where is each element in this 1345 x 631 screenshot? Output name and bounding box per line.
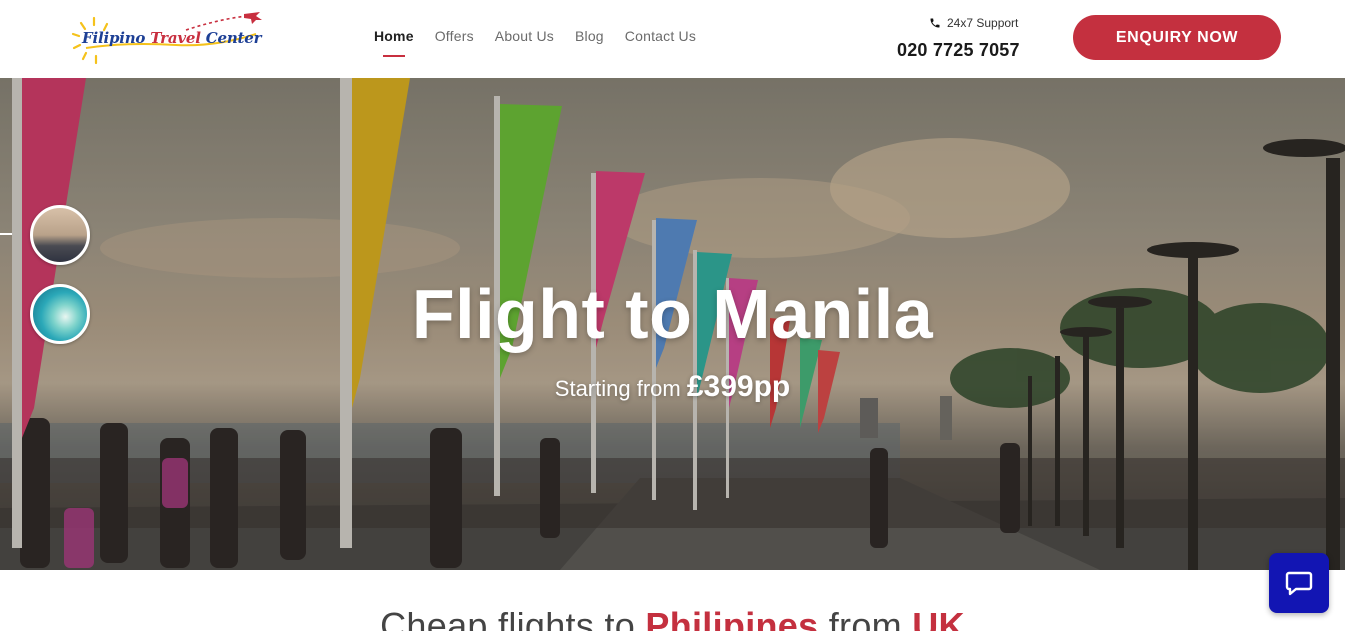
logo-wordmark: Filipino Travel Center [82,29,262,47]
hero-subtitle: Starting from £399pp [0,370,1345,404]
slide-thumbnail-manila[interactable] [30,205,90,265]
nav-contact-us[interactable]: Contact Us [625,28,696,44]
hero-title: Flight to Manila [411,275,934,353]
hero-subtitle-prefix: Starting from [554,376,687,401]
chat-button[interactable] [1269,553,1329,613]
phone-icon [930,18,940,28]
main-nav: Home Offers About Us Blog Contact Us [374,28,696,57]
section-heading: Cheap flights to Philipines from UK [380,605,965,631]
nav-blog[interactable]: Blog [575,28,604,44]
nav-offers[interactable]: Offers [435,28,474,44]
chat-bubble-icon [1285,571,1313,596]
support-label: 24x7 Support [929,16,1018,30]
site-logo[interactable]: Filipino Travel Center [66,12,266,68]
support-phone-link[interactable]: 020 7725 7057 [897,40,1020,61]
hero-price: £399pp [686,370,791,403]
site-header: Filipino Travel Center Home Offers About… [0,0,1345,78]
enquiry-now-button[interactable]: ENQUIRY NOW [1073,15,1281,60]
nav-home[interactable]: Home [374,28,414,57]
hero-banner: Flight to Manila Starting from £399pp [0,78,1345,570]
nav-about-us[interactable]: About Us [495,28,554,44]
slider-indicator [0,233,12,235]
